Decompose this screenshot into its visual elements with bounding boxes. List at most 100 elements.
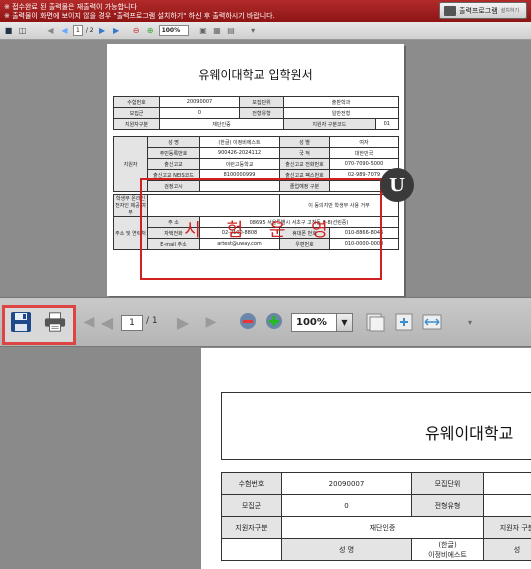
zoom-out-icon[interactable]: ⊖ [131,25,142,36]
save-icon[interactable]: ■ [3,25,14,36]
cell-value: 20090007 [281,472,412,495]
cell-value: 이런고등학교 [199,158,280,170]
zoom-in-icon[interactable]: ⊕ [145,25,156,36]
cell-label: 성 별 [279,136,330,148]
print-button[interactable] [44,311,66,333]
zoom-in-icon [266,313,282,329]
zoom-out-button[interactable] [238,311,260,333]
cell-label: 국 적 [279,147,330,159]
application-form-page-zoomed: 유웨이대학교 수험번호 20090007 모집단위 모집군 0 전형유형 지원자… [201,348,531,569]
zoom-value: 100% [296,317,327,328]
cell-label: 전형유형 [239,107,284,119]
viewer-toolbar-small: ■ ◫ ◀ ◀ 1 / 2 ▶ ▶ ⊖ ⊕ 100% ▣ ▦ ▤ ▾ [0,22,531,40]
page-number-input[interactable]: 1 [121,315,143,331]
cell-label: 지원자구분 [221,516,282,539]
more-icon[interactable]: ▾ [248,25,259,36]
form-table-zoomed: 수험번호 20090007 모집단위 모집군 0 전형유형 지원자구분 재단인증… [221,472,531,561]
cell-label: 수험번호 [113,96,160,108]
zoom-select-small[interactable]: 100% [158,25,189,36]
next-page-icon[interactable]: ▶ [97,25,108,36]
layout-icon[interactable]: ▤ [226,25,237,36]
cell-value: 0 [281,494,412,517]
cell-label: 출신고교 전화번호 [279,158,330,170]
table-row: 수험번호 20090007 모집단위 [221,472,531,495]
fit-width-button[interactable] [421,311,443,333]
install-button-sub: 설치하기 [500,8,520,14]
zoom-out-icon [240,313,256,329]
table-row: 지원자 성 명 (한글) 이정비에스트 성 별 여자 [113,136,399,192]
cell-value: 0 [159,107,240,119]
cell-value: 출판학과 [283,96,399,108]
next-page-icon[interactable]: ▶ [172,311,194,333]
cell-value [483,494,531,517]
university-logo: U [380,168,414,202]
last-page-icon[interactable]: ▶ [111,25,122,36]
install-program-button[interactable]: 출력프로그램 설치하기 [439,2,527,19]
cell-value: 대한민국 [329,147,399,159]
print-icon[interactable]: ◫ [17,25,28,36]
floppy-disk-icon [11,312,31,332]
table-row: 모집군 0 전형유형 일반전형 [113,107,399,119]
page-input-small[interactable]: 1 [73,25,83,36]
form-title: 유웨이대학교 입학원서 [198,68,313,82]
zoom-select[interactable]: 100% ▼ [291,313,353,332]
prev-page-icon[interactable]: ◀ [96,311,118,333]
form-title-zoomed: 유웨이대학교 [425,424,514,443]
fit-width-icon[interactable]: ▦ [212,25,223,36]
table-row: 지원자구분 재단인증 지원자 구분코드 01 [113,118,400,130]
application-form-page: 유웨이대학교 입학원서 수험번호 20090007 모집단위 출판학과 모집군 … [107,44,414,296]
cell-value: 일반전형 [283,107,399,119]
table-row: 모집군 0 전형유형 [221,494,531,517]
cell-value: 재단인증 [159,118,284,130]
cell-value: 여자 [329,136,399,148]
cell-value: (한글) 이정비에스트 [199,136,280,148]
cell-value [483,472,531,495]
cell-label [221,538,282,561]
fit-page-icon [395,313,413,331]
prev-page-icon[interactable]: ◀ [59,25,70,36]
test-operation-stamp: 시 험 운 영 [140,178,382,280]
cell-label: 주민등록번호 [147,147,200,159]
cell-label: 성 명 [281,538,412,561]
table-row: 주민등록번호 900426-2024112 국 적 대한민국 [114,147,399,159]
cell-label: 모집군 [221,494,282,517]
cell-label: 수험번호 [221,472,282,495]
cell-label: 출신고교 [147,158,200,170]
fit-width-icon [422,314,442,330]
cell-value: (한글) 이정비에스트 [411,538,484,561]
cell-label: 지원자구분 [113,118,160,130]
cell-label: 성 [483,538,531,561]
form-table: 수험번호 20090007 모집단위 출판학과 모집군 0 전형유형 일반전형 … [113,96,400,130]
save-button[interactable] [10,311,32,333]
table-row: 성 명 (한글) 이정비에스트 성 [221,538,531,561]
first-page-icon[interactable]: ◀ [45,25,56,36]
page-view-icon [366,313,385,332]
viewer-toolbar-main: ◀ ◀ ▶ ▶ ▾ [0,297,531,347]
cell-label: 모집군 [113,107,160,119]
more-options-icon[interactable]: ▾ [459,311,481,333]
table-row: 출신고교 이런고등학교 출신고교 전화번호 070-7090-5000 [114,158,399,170]
cell-value: 070-7090-5000 [329,158,399,170]
last-page-icon[interactable]: ▶ [200,311,222,333]
page-total-small: / 2 [85,27,94,34]
cell-label: 모집단위 [411,472,484,495]
cell-value: 900426-2024112 [199,147,280,159]
chevron-down-icon[interactable]: ▼ [336,314,352,331]
cell-label: 성 명 [147,136,200,148]
table-row: 수험번호 20090007 모집단위 출판학과 [113,96,399,108]
cell-value: 20090007 [159,96,240,108]
printer-icon [44,312,66,332]
notice-line-2: ※ 출력물이 화면에 보이지 않을 경우 "출력프로그램 설치하기" 하신 후 … [4,12,275,20]
install-button-label: 출력프로그램 [459,6,498,15]
printer-icon [444,5,456,16]
cell-label: 모집단위 [239,96,284,108]
table-row: 지원자구분 재단인증 지원자 구분 [221,516,531,539]
cell-label: 지원자 구분 [483,516,531,539]
single-page-button[interactable] [364,311,386,333]
notice-bar: ※ 접수완료 된 출력물은 재출력이 가능합니다 ※ 출력물이 화면에 보이지 … [0,0,531,22]
cell-value: 재단인증 [281,516,484,539]
fit-page-icon[interactable]: ▣ [198,25,209,36]
fit-page-button[interactable] [393,311,415,333]
cell-label: 지원자 구분코드 [283,118,376,130]
zoom-in-button[interactable] [264,311,286,333]
